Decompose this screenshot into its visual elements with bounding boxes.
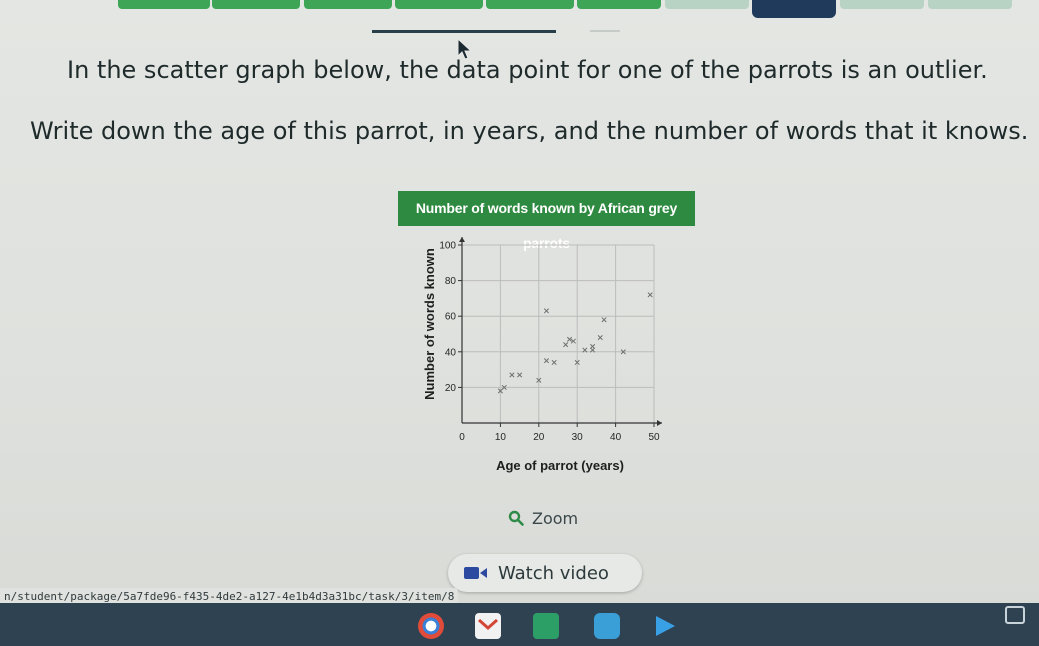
progress-segment[interactable] <box>212 0 300 9</box>
classroom-icon[interactable] <box>533 613 559 639</box>
top-progress-bar <box>0 0 1039 20</box>
screen-capture-icon[interactable] <box>1005 606 1025 624</box>
video-camera-icon <box>464 567 487 579</box>
y-axis-label: Number of words known <box>422 248 437 400</box>
x-tick-label: 40 <box>610 432 622 443</box>
chart-points <box>497 292 653 394</box>
y-tick-label: 40 <box>445 347 457 358</box>
data-point <box>509 372 515 378</box>
progress-segment[interactable] <box>840 0 924 9</box>
data-point <box>597 335 603 341</box>
progress-segment[interactable] <box>304 0 392 9</box>
progress-segment[interactable] <box>577 0 661 9</box>
y-tick-label: 80 <box>445 276 457 287</box>
chart-title: Number of words known by African grey pa… <box>398 191 695 251</box>
x-tick-label: 50 <box>648 432 660 443</box>
chart-grid <box>462 244 655 423</box>
progress-line-light <box>590 30 620 32</box>
gmail-icon[interactable] <box>475 613 501 639</box>
progress-segment[interactable] <box>486 0 574 9</box>
progress-line <box>372 30 556 33</box>
files-icon[interactable] <box>594 613 620 639</box>
progress-segment[interactable] <box>118 0 210 9</box>
watch-video-label: Watch video <box>498 562 609 584</box>
zoom-label: Zoom <box>532 508 579 528</box>
progress-segment[interactable] <box>928 0 1012 9</box>
chart-ticks: 0 10 20 30 40 50 20 40 60 80 100 <box>439 241 660 444</box>
y-axis-arrow-icon <box>459 237 465 242</box>
next-button[interactable] <box>752 0 836 18</box>
chart-axes <box>459 237 662 426</box>
x-axis-arrow-icon <box>657 420 662 426</box>
data-point <box>551 359 557 366</box>
data-point <box>517 372 523 378</box>
x-tick-label: 30 <box>572 432 584 443</box>
gmail-m-icon <box>478 618 498 631</box>
chrome-icon[interactable] <box>418 613 444 639</box>
taskbar <box>0 603 1039 646</box>
play-triangle-icon <box>656 616 675 636</box>
watch-video-button[interactable]: Watch video <box>448 554 642 592</box>
data-point <box>543 358 550 364</box>
play-store-icon[interactable] <box>652 613 678 639</box>
data-point <box>563 342 569 348</box>
y-tick-label: 60 <box>445 312 457 323</box>
y-tick-label: 100 <box>439 241 456 252</box>
x-tick-label: 0 <box>459 432 465 443</box>
zoom-button[interactable]: Zoom <box>508 505 578 531</box>
x-tick-label: 20 <box>533 432 545 443</box>
x-axis-label: Age of parrot (years) <box>496 458 624 473</box>
progress-segment[interactable] <box>395 0 483 9</box>
y-tick-label: 20 <box>445 383 457 394</box>
question-line-2: Write down the age of this parrot, in ye… <box>30 117 1029 145</box>
data-point <box>590 343 596 350</box>
scatter-chart: 0 10 20 30 40 50 20 40 60 80 100 Age of parrot (ye… <box>422 237 662 473</box>
question-line-1: In the scatter graph below, the data poi… <box>67 56 988 84</box>
data-point <box>647 292 653 298</box>
progress-segment[interactable] <box>665 0 749 9</box>
data-point <box>543 308 550 314</box>
x-tick-label: 10 <box>495 432 507 443</box>
magnifier-icon <box>508 510 524 526</box>
data-point <box>601 317 607 323</box>
